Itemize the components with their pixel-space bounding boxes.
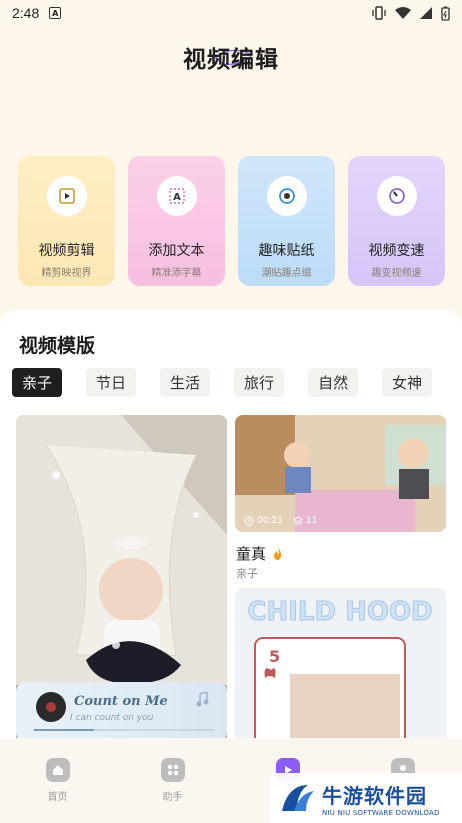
tool-name: 视频变速: [368, 243, 425, 259]
status-time: 2:48: [12, 5, 40, 21]
tool-icon-circle: [46, 176, 87, 216]
clock-icon: [244, 516, 254, 526]
layers-icon: [292, 516, 303, 526]
tool-stickers[interactable]: 趣味贴纸 潮贴趣点缀: [238, 156, 335, 286]
music-note-icon: [196, 692, 209, 707]
music-card[interactable]: [16, 682, 227, 742]
tool-video-cut[interactable]: 视频剪辑 精剪映视界: [18, 156, 115, 286]
sticker-icon: [278, 188, 295, 204]
kids-photo-thumbnail: [235, 415, 446, 532]
play-square-icon: [58, 188, 75, 204]
template-title: 童真: [236, 543, 284, 564]
music-progress-fill: [34, 729, 94, 731]
home-icon: [45, 758, 70, 782]
status-bar: 2:48 A: [0, 0, 462, 26]
childhood-card-thumbnail: CHILD HOOD 5: [235, 588, 446, 748]
tool-icon-circle: [376, 176, 417, 216]
nav-label: 首页: [47, 792, 68, 803]
watermark-cn: 牛游软件园: [322, 783, 427, 808]
tool-sub: 趣变视频速: [371, 268, 422, 279]
template-title-text: 童真: [236, 545, 267, 563]
notification-a-icon: A: [49, 7, 62, 19]
music-title: Count on Me: [74, 694, 168, 709]
speed-gauge-icon: [388, 188, 405, 204]
tool-add-text[interactable]: A 添加文本 精准添字幕: [128, 156, 225, 286]
tool-icon-circle: [266, 176, 307, 216]
tool-sub: 潮贴趣点缀: [261, 268, 312, 279]
template-meta: 00:21 11: [244, 516, 317, 526]
wifi-icon: [395, 6, 411, 19]
svg-text:A: A: [173, 192, 181, 203]
watermark-en: NIU NIU SOFTWARE DOWNLOAD: [322, 808, 440, 817]
tool-sub: 精准添字幕: [151, 268, 202, 279]
tab-category-nature[interactable]: 自然: [308, 368, 359, 397]
category-tabs: 亲子 节日 生活 旅行 自然 女神: [12, 368, 456, 397]
section-title: 视频模版: [19, 335, 96, 357]
grid-icon: [160, 758, 185, 782]
tab-category-goddess[interactable]: 女神: [382, 368, 433, 397]
vinyl-record-icon: [36, 692, 66, 722]
template-duration: 00:21: [257, 516, 283, 526]
nav-label: 助手: [162, 792, 183, 803]
status-icons: [371, 6, 450, 21]
tool-speed[interactable]: 视频变速 趣变视频速: [348, 156, 445, 286]
tool-name: 趣味贴纸: [258, 243, 315, 259]
template-card-kids[interactable]: [235, 415, 446, 532]
duration-badge: 00:21: [244, 516, 283, 526]
nav-assistant[interactable]: 助手: [115, 738, 230, 823]
tool-name: 视频剪辑: [38, 243, 95, 259]
page-title: 视频编辑: [183, 47, 279, 73]
tool-icon-circle: A: [156, 176, 197, 216]
tool-row: 视频剪辑 精剪映视界 A 添加文本 精准添字幕 趣味贴纸 潮贴趣点缀 视频变速 …: [18, 156, 445, 286]
template-card-childhood[interactable]: CHILD HOOD 5: [235, 588, 446, 748]
svg-text:CHILD HOOD: CHILD HOOD: [247, 597, 432, 627]
tab-category-life[interactable]: 生活: [160, 368, 211, 397]
watermark-logo: 牛游软件园 NIU NIU SOFTWARE DOWNLOAD: [270, 773, 462, 823]
tab-category-family[interactable]: 亲子: [12, 368, 63, 397]
music-lyric: I can count on you: [70, 713, 154, 723]
nav-home[interactable]: 首页: [0, 738, 115, 823]
tab-category-holiday[interactable]: 节日: [86, 368, 137, 397]
template-category: 亲子: [236, 567, 258, 580]
vibrate-icon: [372, 6, 386, 20]
svg-text:5: 5: [269, 647, 280, 666]
tab-category-travel[interactable]: 旅行: [234, 368, 285, 397]
text-a-icon: A: [168, 188, 185, 204]
watermark-text: 牛游软件园 NIU NIU SOFTWARE DOWNLOAD: [322, 780, 440, 817]
niuyou-logo-icon: [282, 785, 314, 811]
tool-name: 添加文本: [148, 243, 205, 259]
battery-icon: [441, 6, 450, 21]
signal-icon: [420, 7, 432, 19]
tool-sub: 精剪映视界: [41, 268, 92, 279]
template-clip-count: 11: [305, 516, 318, 526]
clip-count-badge: 11: [292, 516, 318, 526]
fire-icon: [274, 547, 282, 560]
